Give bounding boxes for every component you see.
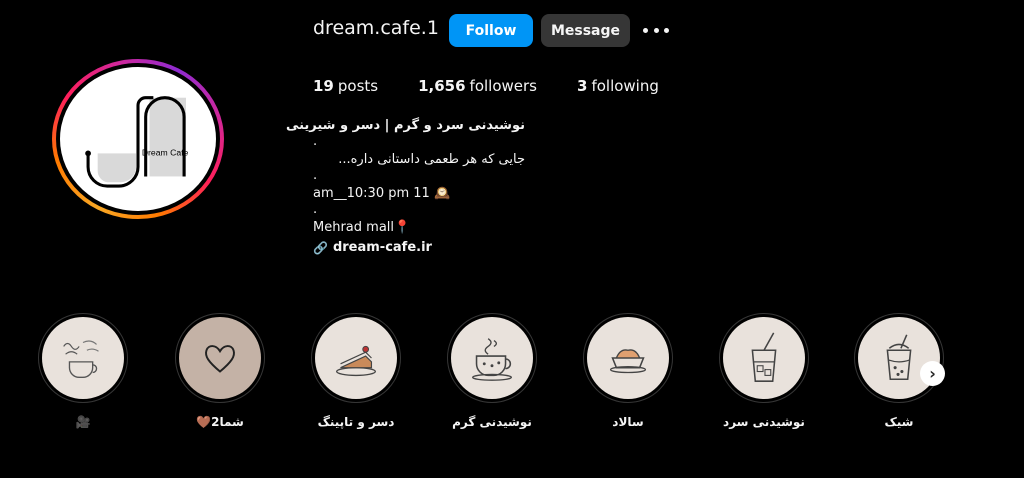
highlight-cover: [451, 317, 533, 399]
iced-drink-icon: [751, 332, 777, 382]
highlight-circle[interactable]: [175, 313, 265, 403]
bowl-icon: [609, 349, 647, 374]
highlight-circle[interactable]: [447, 313, 537, 403]
highlight-item[interactable]: سالاد: [583, 313, 673, 429]
link-icon: 🔗: [313, 240, 328, 255]
profile-stats: 19 posts 1,656 followers 3 following: [313, 77, 699, 95]
bio-dot: .: [313, 134, 318, 149]
highlight-cover: [42, 317, 124, 399]
bio-link[interactable]: 🔗 dream-cafe.ir: [313, 238, 573, 257]
highlight-circle[interactable]: [854, 313, 944, 403]
following-label: following: [591, 77, 659, 95]
bio-dot: .: [313, 202, 318, 217]
highlight-cover: [315, 317, 397, 399]
bio-tagline: جایی که هر طعمی داستانی داره...: [338, 152, 525, 167]
more-options-icon[interactable]: [643, 20, 669, 40]
bio-hours: am__10:30 pm 11 🕰️: [313, 186, 451, 201]
posts-label: posts: [337, 77, 379, 95]
highlight-label: نوشیدنی سرد: [723, 415, 805, 429]
highlight-circle[interactable]: [719, 313, 809, 403]
highlight-circle[interactable]: [583, 313, 673, 403]
profile-avatar-ring[interactable]: Dream Cafe: [52, 59, 224, 219]
highlight-cover: [179, 317, 261, 399]
highlight-circle[interactable]: [311, 313, 401, 403]
highlight-item[interactable]: 🎥: [38, 313, 128, 429]
hot-drink-icon: [471, 338, 513, 381]
follow-button[interactable]: Follow: [449, 14, 533, 47]
highlight-cover: [858, 317, 940, 399]
shake-cup-icon: [886, 334, 912, 381]
highlight-label: شیک: [884, 415, 914, 429]
dream-cafe-logo-icon: Dream Cafe: [85, 96, 189, 188]
highlight-item[interactable]: شما2🤎: [175, 313, 265, 429]
bio-title: نوشیدنی سرد و گرم | دسر و شیرینی: [285, 118, 525, 133]
posts-count: 19: [313, 77, 334, 95]
highlights-next-chevron-icon[interactable]: ›: [920, 361, 945, 386]
avatar-gap: Dream Cafe: [56, 63, 220, 215]
following-count: 3: [577, 77, 588, 95]
posts-stat: 19 posts: [313, 77, 378, 95]
highlight-label: شما2🤎: [196, 415, 244, 429]
bio-link-text[interactable]: dream-cafe.ir: [333, 239, 432, 257]
profile-username: dream.cafe.1: [313, 17, 439, 39]
coffee-cup-lettering-icon: [63, 340, 99, 379]
highlight-label: سالاد: [612, 415, 644, 429]
highlight-item[interactable]: نوشیدنی سرد: [719, 313, 809, 429]
bio-dot: .: [313, 168, 318, 183]
highlight-circle[interactable]: [38, 313, 128, 403]
cake-slice-icon: [335, 345, 377, 377]
following-stat[interactable]: 3 following: [577, 77, 659, 95]
highlight-cover: [587, 317, 669, 399]
svg-text:Dream Cafe: Dream Cafe: [142, 147, 189, 157]
highlight-label: 🎥: [75, 415, 91, 429]
profile-bio: نوشیدنی سرد و گرم | دسر و شیرینی . جایی …: [285, 117, 573, 257]
heart-icon: [205, 345, 235, 373]
highlight-label: نوشیدنی گرم: [452, 415, 532, 429]
highlight-item[interactable]: دسر و تاپینگ: [311, 313, 401, 429]
bio-location: Mehrad mall📍: [313, 220, 411, 235]
highlight-cover: [723, 317, 805, 399]
highlight-label: دسر و تاپینگ: [317, 415, 395, 429]
message-button[interactable]: Message: [541, 14, 630, 47]
followers-label: followers: [469, 77, 537, 95]
avatar[interactable]: Dream Cafe: [60, 67, 216, 211]
followers-count: 1,656: [418, 77, 466, 95]
highlight-item[interactable]: نوشیدنی گرم: [447, 313, 537, 429]
followers-stat[interactable]: 1,656 followers: [418, 77, 537, 95]
